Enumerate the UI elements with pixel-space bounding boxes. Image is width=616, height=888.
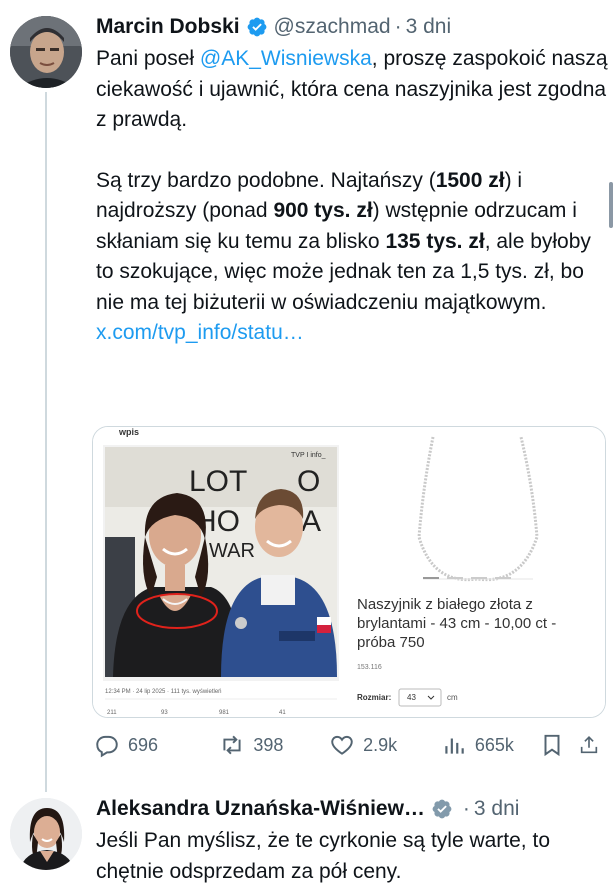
repost-count: 398	[253, 734, 284, 755]
author-handle[interactable]: @szachmad	[274, 15, 391, 39]
tweet-paragraph-1: Pani poseł @AK_Wisniewska, proszę zaspok…	[96, 44, 608, 136]
media-stat-2: 93	[161, 710, 168, 716]
size-select[interactable]	[398, 688, 442, 707]
thread-connector-line	[45, 92, 47, 792]
sign-text-3: WAR	[209, 540, 255, 562]
text-segment: Pani poseł	[96, 47, 200, 70]
separator-dot: ·	[462, 797, 470, 820]
reply-button[interactable]: 696	[94, 732, 219, 758]
media-stat-3: 981	[219, 710, 230, 716]
tweet-action-bar: 696 398 2.9k 665k	[94, 728, 608, 762]
tweet-reply[interactable]: Aleksandra Uznańska-Wiśniew… · 3 dni Jeś…	[96, 792, 608, 887]
size-select-value: 43	[407, 693, 416, 702]
sign-text-1b: O	[297, 465, 320, 498]
tweet-paragraph-2: Są trzy bardzo podobne. Najtańszy (1500 …	[96, 166, 608, 319]
tweet-text: Jeśli Pan myślisz, że te cyrkonie są tyl…	[96, 829, 550, 883]
share-icon	[580, 736, 598, 754]
external-link[interactable]: x.com/tvp_info/statu…	[96, 321, 304, 344]
reply-count: 696	[128, 734, 159, 755]
verified-badge-icon	[247, 17, 266, 37]
tweet-main[interactable]: Marcin Dobski @szachmad · 3 dni Pani pos…	[96, 10, 608, 349]
size-label: Rozmiar:	[357, 693, 391, 702]
views-button[interactable]: 665k	[441, 732, 539, 758]
media-stat-1: 211	[107, 710, 117, 716]
heart-icon	[331, 735, 353, 755]
tweet-timestamp[interactable]: 3 dni	[474, 797, 520, 821]
share-button[interactable]	[578, 732, 608, 758]
reply-icon	[96, 735, 118, 758]
view-count: 665k	[474, 734, 514, 755]
media-left-header: wpis	[118, 427, 139, 437]
author-name[interactable]: Aleksandra Uznańska-Wiśniew…	[96, 797, 425, 821]
views-bar-chart-icon	[445, 738, 464, 754]
mention-link[interactable]: @AK_Wisniewska	[200, 47, 372, 70]
tweet-header: Aleksandra Uznańska-Wiśniew… · 3 dni	[96, 792, 608, 826]
scrollbar-thumb[interactable]	[609, 182, 613, 228]
text-segment: Są trzy bardzo podobne. Najtańszy (	[96, 168, 436, 192]
price-most-expensive: 900 tys. zł	[273, 199, 373, 222]
tvp-watermark: TVP I info_	[291, 452, 326, 459]
tweet-timestamp[interactable]: 3 dni	[406, 15, 452, 39]
sign-text-1: LOT	[189, 465, 247, 498]
avatar-marcin-dobski[interactable]	[10, 16, 82, 88]
tweet-header: Marcin Dobski @szachmad · 3 dni	[96, 10, 608, 44]
tweet-text: Pani poseł @AK_Wisniewska, proszę zaspok…	[96, 44, 608, 349]
price-middle: 135 tys. zł	[385, 229, 485, 253]
avatar-portrait-icon	[10, 798, 82, 870]
repost-button[interactable]: 398	[219, 732, 329, 758]
like-button[interactable]: 2.9k	[329, 732, 441, 758]
price-cheapest: 1500 zł	[435, 168, 505, 192]
author-name[interactable]: Marcin Dobski	[96, 15, 240, 39]
avatar-portrait-icon	[10, 16, 82, 88]
media-composite-image: wpis LOT O HO A WAR TVP I info_ 12:34 PM…	[93, 427, 605, 717]
verified-badge-icon	[432, 799, 452, 819]
media-stat-4: 41	[279, 710, 286, 716]
product-code: 153.116	[357, 664, 382, 671]
bookmark-icon	[544, 734, 560, 757]
separator-dot: ·	[394, 15, 402, 38]
media-caption: 12:34 PM · 24 lip 2025 · 111 tys. wyświe…	[105, 689, 222, 695]
like-count: 2.9k	[363, 734, 398, 755]
size-unit: cm	[447, 693, 458, 702]
avatar-aleksandra[interactable]	[10, 798, 82, 870]
repost-icon	[223, 735, 241, 755]
sign-text-2b: A	[301, 505, 321, 538]
bookmark-button[interactable]	[539, 732, 578, 758]
media-image[interactable]: wpis LOT O HO A WAR TVP I info_ 12:34 PM…	[92, 426, 606, 718]
